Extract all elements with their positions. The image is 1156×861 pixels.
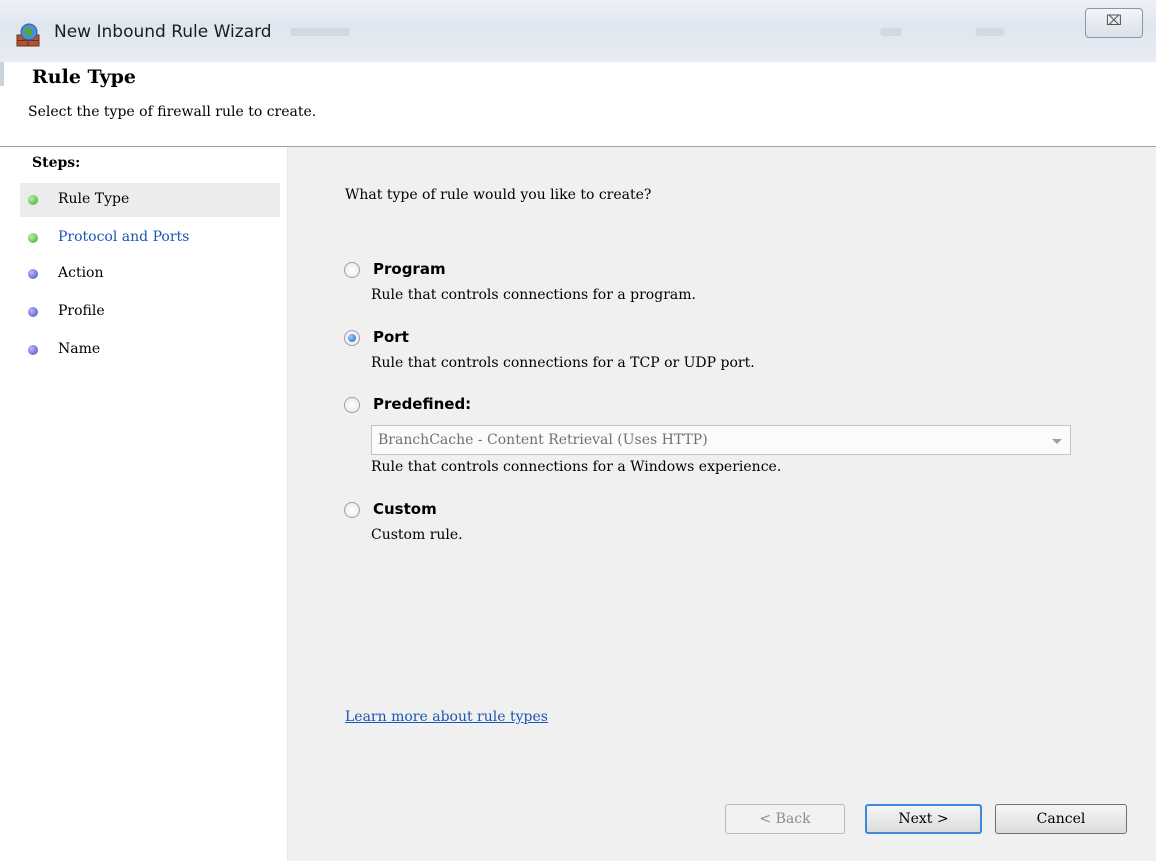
predefined-select-value: BranchCache - Content Retrieval (Uses HT… xyxy=(378,432,708,448)
question-text: What type of rule would you like to crea… xyxy=(345,187,652,203)
step-complete-icon xyxy=(28,195,38,205)
step-label[interactable]: Protocol and Ports xyxy=(58,229,189,245)
background-blur xyxy=(880,28,902,36)
page-subtitle: Select the type of firewall rule to crea… xyxy=(28,104,317,120)
program-label[interactable]: Program xyxy=(373,260,446,278)
learn-more-link[interactable]: Learn more about rule types xyxy=(345,709,548,725)
program-description: Rule that controls connections for a pro… xyxy=(371,287,696,303)
port-description: Rule that controls connections for a TCP… xyxy=(371,355,755,371)
step-profile: Profile xyxy=(20,295,280,329)
next-button[interactable]: Next > xyxy=(865,804,982,834)
step-rule-type: Rule Type xyxy=(20,183,280,217)
background-blur xyxy=(290,28,350,36)
wizard-window: New Inbound Rule Wizard ⌧ Rule Type Sele… xyxy=(0,0,1156,861)
port-label[interactable]: Port xyxy=(373,328,409,346)
step-pending-icon xyxy=(28,307,38,317)
back-button[interactable]: < Back xyxy=(725,804,845,834)
custom-label[interactable]: Custom xyxy=(373,500,437,518)
window-title: New Inbound Rule Wizard xyxy=(54,22,272,42)
port-radio[interactable] xyxy=(344,330,360,346)
predefined-description: Rule that controls connections for a Win… xyxy=(371,459,782,475)
step-label: Rule Type xyxy=(58,191,130,207)
program-radio[interactable] xyxy=(344,262,360,278)
step-action: Action xyxy=(20,257,280,291)
step-protocol-and-ports[interactable]: Protocol and Ports xyxy=(20,221,280,255)
content-pane: What type of rule would you like to crea… xyxy=(288,147,1156,861)
steps-heading: Steps: xyxy=(0,147,287,181)
predefined-radio[interactable] xyxy=(344,397,360,413)
step-label: Name xyxy=(58,341,101,357)
step-complete-icon xyxy=(28,233,38,243)
predefined-select[interactable]: BranchCache - Content Retrieval (Uses HT… xyxy=(371,425,1071,455)
steps-pane: Steps: Rule Type Protocol and Ports Acti… xyxy=(0,147,288,861)
step-label: Action xyxy=(58,265,104,281)
title-bar[interactable]: New Inbound Rule Wizard ⌧ xyxy=(0,0,1156,62)
step-label: Profile xyxy=(58,303,105,319)
step-pending-icon xyxy=(28,345,38,355)
header-edge xyxy=(0,62,4,86)
custom-description: Custom rule. xyxy=(371,527,463,543)
step-pending-icon xyxy=(28,269,38,279)
step-name: Name xyxy=(20,333,280,367)
firewall-icon xyxy=(16,23,40,47)
cancel-button[interactable]: Cancel xyxy=(995,804,1127,834)
page-title: Rule Type xyxy=(32,66,136,88)
close-icon: ⌧ xyxy=(1105,13,1123,29)
steps-heading-label: Steps: xyxy=(32,155,81,171)
predefined-label[interactable]: Predefined: xyxy=(373,395,471,413)
background-blur xyxy=(975,28,1005,36)
custom-radio[interactable] xyxy=(344,502,360,518)
close-button[interactable]: ⌧ xyxy=(1085,8,1143,38)
chevron-down-icon xyxy=(1052,439,1062,444)
